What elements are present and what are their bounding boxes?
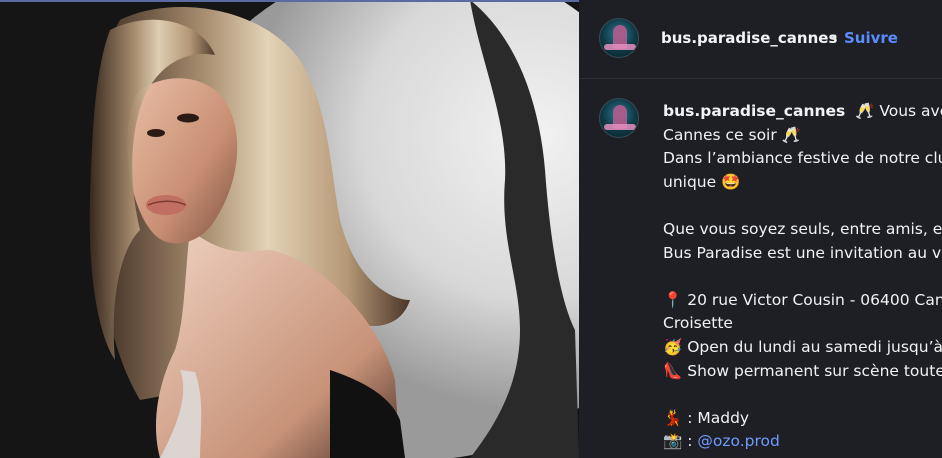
post-photo[interactable] [0, 0, 579, 458]
caption-line: Croisette [663, 314, 733, 333]
post-header: bus.paradise_cannes • Suivre [579, 0, 942, 79]
caption-line-text: 📸 : [663, 432, 698, 451]
follow-button[interactable]: Suivre [844, 29, 898, 47]
caption-line: Dans l’ambiance festive de notre clu [663, 149, 942, 168]
photo-top-border [0, 0, 579, 2]
caption-line: Que vous soyez seuls, entre amis, en [663, 219, 942, 238]
caption-username[interactable]: bus.paradise_cannes [663, 102, 845, 120]
account-username[interactable]: bus.paradise_cannes [661, 29, 837, 47]
caption-line: bus.paradise_cannes 🥂 Vous avez r [663, 100, 942, 124]
mention-link[interactable]: @ozo.prod [697, 432, 779, 450]
post-details-panel: bus.paradise_cannes • Suivre bus.paradis… [579, 0, 942, 458]
caption-line: unique 🤩 [663, 172, 741, 191]
avatar-logo [604, 124, 636, 130]
caption-line: 👠 Show permanent sur scène toute [663, 361, 942, 380]
caption-line: 📍 20 rue Victor Cousin - 06400 Can [663, 290, 942, 309]
caption-line: 💃 : Maddy [663, 408, 750, 427]
caption-text: bus.paradise_cannes 🥂 Vous avez r Cannes… [663, 100, 942, 454]
caption-line-text: 🥂 Vous avez r [855, 102, 942, 120]
account-avatar[interactable] [599, 18, 639, 58]
caption-line: Cannes ce soir 🥂 [663, 125, 801, 144]
separator-dot: • [830, 29, 839, 47]
post-caption-section: bus.paradise_cannes 🥂 Vous avez r Cannes… [579, 79, 942, 458]
portrait-image [0, 0, 579, 458]
caption-line: Bus Paradise est une invitation au vo [663, 243, 942, 262]
avatar-logo [604, 44, 636, 50]
caption-line: 📸 : @ozo.prod [663, 430, 942, 454]
caption-author-avatar[interactable] [599, 98, 639, 138]
caption-line: 🥳 Open du lundi au samedi jusqu’à [663, 337, 942, 356]
